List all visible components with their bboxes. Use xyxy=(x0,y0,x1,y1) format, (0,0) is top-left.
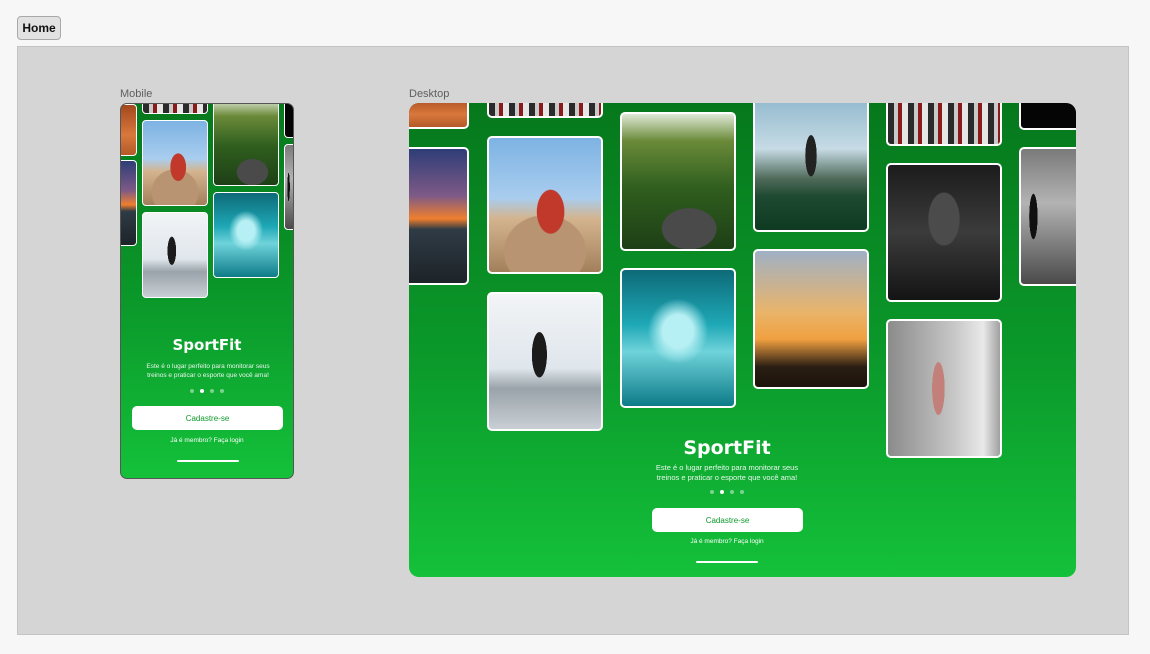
carousel-dot-active[interactable] xyxy=(200,389,204,393)
tagline-line: treinos e praticar o esporte que você am… xyxy=(147,372,269,379)
photo-forest-cyclist xyxy=(620,112,736,251)
carousel-dots xyxy=(121,389,293,393)
photo-surfer xyxy=(213,192,279,278)
signup-button[interactable]: Cadastre-se xyxy=(132,406,283,430)
photo-sunset xyxy=(409,147,469,285)
photo-yoga xyxy=(487,136,603,274)
photo-cyclists xyxy=(487,103,603,118)
carousel-dot[interactable] xyxy=(740,490,744,494)
photo-dark xyxy=(284,104,293,138)
tagline-line: Este é o lugar perfeito para monitorar s… xyxy=(146,363,270,370)
carousel-dot[interactable] xyxy=(210,389,214,393)
carousel-dot[interactable] xyxy=(190,389,194,393)
mobile-frame-label: Mobile xyxy=(120,88,153,100)
app-title: SportFit xyxy=(172,336,242,354)
photo-gym xyxy=(886,163,1002,302)
photo-surfer xyxy=(620,268,736,408)
photo-track xyxy=(409,103,469,129)
photo-volleyball xyxy=(753,249,869,389)
tagline-line: treinos e praticar o esporte que você am… xyxy=(656,473,798,482)
login-link[interactable]: Já é membro? Faça login xyxy=(667,538,787,545)
photo-cyclists-legs xyxy=(886,103,1002,146)
app-title: SportFit xyxy=(683,437,771,459)
app-tagline: Este é o lugar perfeito para monitorar s… xyxy=(135,362,281,380)
home-button[interactable]: Home xyxy=(17,16,61,40)
photo-cyclists xyxy=(142,104,208,114)
carousel-dots xyxy=(667,490,787,494)
photo-forest-cyclist xyxy=(213,104,279,186)
photo-track xyxy=(121,104,137,156)
home-indicator xyxy=(696,561,758,563)
app-tagline: Este é o lugar perfeito para monitorar s… xyxy=(627,463,827,483)
photo-battle-rope xyxy=(1019,147,1076,286)
photo-fitness xyxy=(886,319,1002,458)
photo-soccer xyxy=(753,103,869,232)
photo-dark xyxy=(1019,103,1076,130)
home-indicator xyxy=(177,460,239,462)
tagline-line: Este é o lugar perfeito para monitorar s… xyxy=(655,463,799,472)
desktop-frame-label: Desktop xyxy=(409,88,450,100)
photo-yoga xyxy=(142,120,208,206)
desktop-frame[interactable]: SportFit Este é o lugar perfeito para mo… xyxy=(409,103,1076,577)
photo-runner xyxy=(487,292,603,431)
signup-button[interactable]: Cadastre-se xyxy=(652,508,803,532)
photo-sunset xyxy=(121,160,137,246)
carousel-dot-active[interactable] xyxy=(720,490,724,494)
carousel-dot[interactable] xyxy=(710,490,714,494)
photo-runner xyxy=(142,212,208,298)
carousel-dot[interactable] xyxy=(220,389,224,393)
photo-battle-rope xyxy=(284,144,293,230)
carousel-dot[interactable] xyxy=(730,490,734,494)
login-link[interactable]: Já é membro? Faça login xyxy=(121,437,293,444)
mobile-frame[interactable]: SportFit Este é o lugar perfeito para mo… xyxy=(120,103,294,479)
